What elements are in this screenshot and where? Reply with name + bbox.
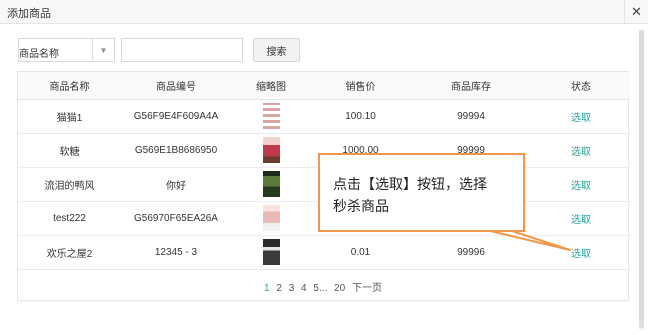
- tutorial-callout: 点击【选取】按钮，选择 秒杀商品: [318, 153, 525, 232]
- callout-line-1: 点击【选取】按钮，选择: [333, 176, 487, 192]
- callout-line-2: 秒杀商品: [333, 198, 389, 214]
